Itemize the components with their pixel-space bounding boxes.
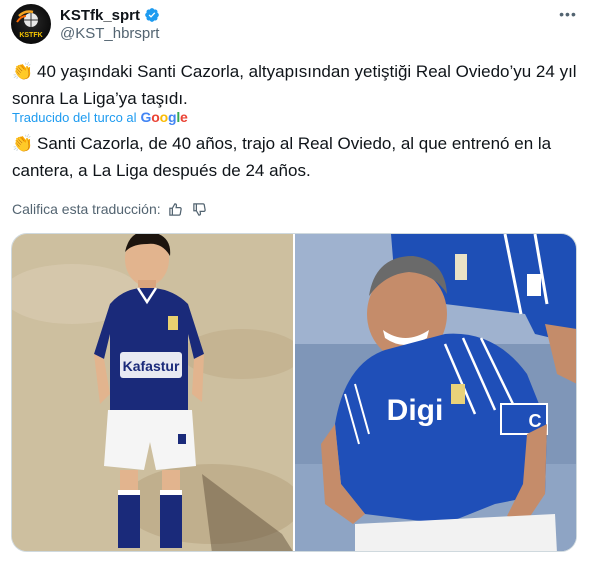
avatar[interactable]: KSTFK [11, 4, 51, 44]
left-jersey-sponsor: Kafastur [123, 358, 180, 374]
translation-attribution[interactable]: Traducido del turco al Google [12, 109, 188, 125]
photo-cazorla-celebrating[interactable]: Digi C [295, 234, 576, 551]
media-gallery: Kafastur Digi C [11, 233, 577, 552]
google-logo: Google [140, 109, 188, 125]
clapping-hands-icon: 👏 [12, 62, 34, 81]
author-handle[interactable]: @KST_hbrsprt [60, 25, 159, 42]
author-name-row: KSTfk_sprt [60, 5, 160, 25]
thumbs-down-icon[interactable] [191, 200, 209, 218]
verified-badge-icon [144, 7, 160, 23]
tweet-translated-text: 👏 Santi Cazorla, de 40 años, trajo al Rea… [12, 130, 582, 184]
avatar-logo-text: KSTFK [19, 32, 42, 39]
right-jersey-sponsor: Digi [387, 394, 444, 427]
thumbs-up-icon[interactable] [167, 200, 185, 218]
more-options-icon[interactable]: ••• [556, 4, 580, 24]
original-text: 40 yaşındaki Santi Cazorla, altyapısında… [12, 62, 577, 108]
translation-label: Traducido del turco al [12, 109, 137, 125]
author-display-name[interactable]: KSTfk_sprt [60, 7, 140, 24]
photo-young-player[interactable]: Kafastur [12, 234, 293, 551]
tweet: KSTFK KSTfk_sprt @KST_hbrsprt ••• 👏 40 ya… [0, 0, 594, 562]
tweet-original-text: 👏 40 yaşındaki Santi Cazorla, altyapısınd… [12, 58, 582, 112]
translated-text: Santi Cazorla, de 40 años, trajo al Real… [12, 134, 552, 180]
rate-translation-label: Califica esta traducción: [12, 201, 161, 217]
rate-translation: Califica esta traducción: [12, 200, 209, 218]
clapping-hands-icon: 👏 [12, 134, 34, 153]
